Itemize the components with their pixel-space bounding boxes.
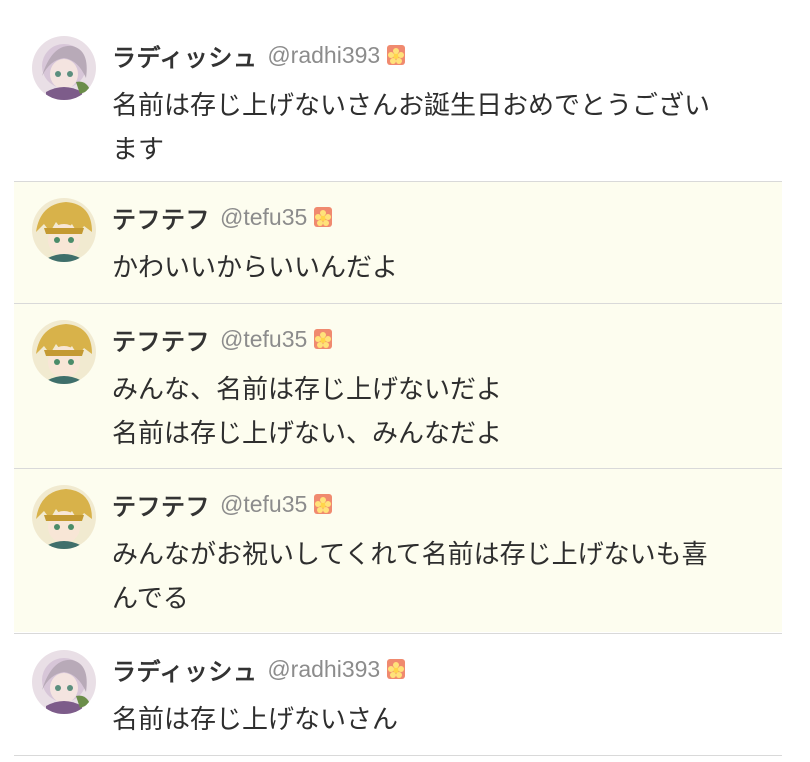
post-radhi-2[interactable]: ラディッシュ @radhi393 名前は存じ上げないさん — [14, 634, 782, 754]
post-header: ラディッシュ @radhi393 — [112, 36, 406, 74]
post-tefu-3[interactable]: テフテフ @tefu35 みんながお祝いしてくれて名前は存じ上げないも喜 んでる — [14, 469, 782, 633]
avatar[interactable] — [32, 36, 96, 100]
user-handle[interactable]: @tefu35 — [220, 491, 307, 518]
post-tefu-1[interactable]: テフテフ @tefu35 かわいいからいいんだよ — [14, 182, 782, 302]
post-text: 名前は存じ上げないさんお誕生日おめでとうござい ます — [112, 91, 711, 165]
user-handle[interactable]: @tefu35 — [220, 204, 307, 231]
display-name[interactable]: テフテフ — [112, 200, 210, 235]
flower-badge-icon — [386, 658, 406, 680]
post-header: テフテフ @tefu35 — [112, 320, 333, 358]
avatar[interactable] — [32, 320, 96, 384]
display-name[interactable]: ラディッシュ — [112, 652, 257, 687]
user-handle[interactable]: @radhi393 — [267, 42, 380, 69]
post-header: テフテフ @tefu35 — [112, 198, 333, 236]
display-name[interactable]: テフテフ — [112, 322, 210, 357]
post-header: テフテフ @tefu35 — [112, 485, 333, 523]
user-handle[interactable]: @radhi393 — [267, 656, 380, 683]
display-name[interactable]: テフテフ — [112, 487, 210, 522]
flower-badge-icon — [313, 493, 333, 515]
post-text: かわいいからいいんだよ — [112, 253, 399, 283]
post-tefu-2[interactable]: テフテフ @tefu35 みんな、名前は存じ上げないだよ 名前は存じ上げない、み… — [14, 304, 782, 468]
post-divider — [14, 755, 782, 756]
post-radhi-1[interactable]: ラディッシュ @radhi393 名前は存じ上げないさんお誕生日おめでとうござい… — [14, 18, 782, 182]
post-text: みんながお祝いしてくれて名前は存じ上げないも喜 んでる — [112, 540, 708, 614]
timeline: ラディッシュ @radhi393 名前は存じ上げないさんお誕生日おめでとうござい… — [0, 0, 810, 762]
avatar[interactable] — [32, 198, 96, 262]
avatar[interactable] — [32, 650, 96, 714]
post-header: ラディッシュ @radhi393 — [112, 650, 406, 688]
flower-badge-icon — [313, 206, 333, 228]
flower-badge-icon — [386, 44, 406, 66]
post-text: みんな、名前は存じ上げないだよ 名前は存じ上げない、みんなだよ — [112, 375, 503, 449]
post-text: 名前は存じ上げないさん — [112, 705, 399, 735]
avatar[interactable] — [32, 485, 96, 549]
flower-badge-icon — [313, 328, 333, 350]
user-handle[interactable]: @tefu35 — [220, 326, 307, 353]
display-name[interactable]: ラディッシュ — [112, 38, 257, 73]
